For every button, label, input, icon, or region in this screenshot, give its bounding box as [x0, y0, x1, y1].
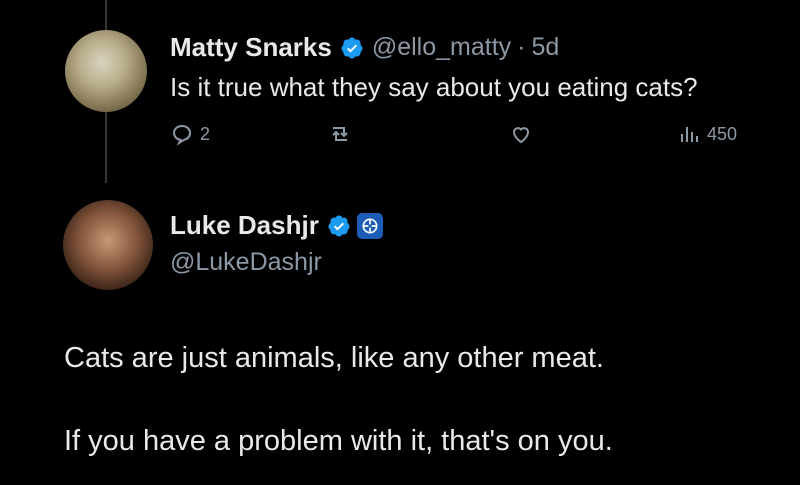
- affiliation-badge-icon[interactable]: [356, 212, 383, 239]
- reply-count: 2: [200, 123, 211, 144]
- views-count: 450: [707, 123, 738, 144]
- post-text-line1: Cats are just animals, like any other me…: [64, 342, 604, 374]
- views-icon: [681, 127, 698, 142]
- post-author-handle[interactable]: @LukeDashjr: [170, 248, 322, 277]
- post-age[interactable]: 5d: [532, 33, 560, 62]
- retweet-icon: [332, 127, 348, 141]
- views-button[interactable]: 450: [677, 122, 737, 146]
- verified-badge-icon: [328, 215, 350, 236]
- retweet-button[interactable]: [328, 122, 352, 146]
- reply-button[interactable]: 2: [170, 122, 210, 146]
- reply-header: Matty Snarks @ello_matty · 5d: [170, 32, 559, 63]
- like-button[interactable]: [509, 122, 533, 146]
- author-name[interactable]: Matty Snarks: [170, 32, 332, 63]
- avatar-matty-snarks[interactable]: [65, 30, 147, 112]
- reply-icon: [172, 124, 192, 146]
- post-author-row: Luke Dashjr: [170, 210, 383, 241]
- verified-badge-icon: [341, 37, 363, 58]
- reply-text: Is it true what they say about you eatin…: [170, 72, 698, 102]
- avatar-luke-dashjr[interactable]: [63, 200, 153, 290]
- like-icon: [512, 127, 530, 144]
- post-text-line2: If you have a problem with it, that's on…: [64, 425, 613, 457]
- author-name[interactable]: Luke Dashjr: [170, 210, 319, 241]
- author-handle[interactable]: @ello_matty: [372, 33, 511, 62]
- separator-dot: ·: [517, 33, 526, 61]
